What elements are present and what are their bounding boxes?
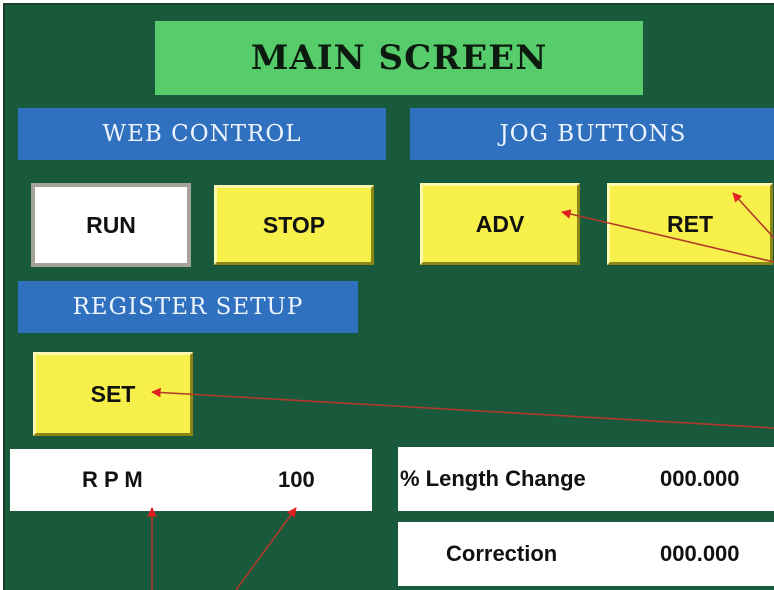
length-change-readout: % Length Change 000.000	[398, 447, 774, 511]
rpm-readout: R P M 100	[10, 449, 372, 511]
stop-button[interactable]: STOP	[214, 185, 374, 265]
correction-label: Correction	[446, 541, 558, 566]
correction-value: 000.000	[660, 541, 740, 566]
length-change-label: % Length Change	[400, 466, 586, 491]
adv-button[interactable]: ADV	[420, 183, 580, 265]
correction-readout: Correction 000.000	[398, 522, 774, 586]
length-change-value: 000.000	[660, 466, 740, 491]
page-title: MAIN SCREEN	[155, 21, 643, 95]
hmi-panel: MAIN SCREEN WEB CONTROL JOG BUTTONS RUN …	[3, 3, 774, 590]
jog-buttons-header: JOG BUTTONS	[410, 108, 774, 160]
ret-button[interactable]: RET	[607, 183, 773, 265]
rpm-value: 100	[278, 467, 315, 492]
run-button[interactable]: RUN	[31, 183, 191, 267]
set-button[interactable]: SET	[33, 352, 193, 436]
web-control-header: WEB CONTROL	[18, 108, 386, 160]
register-setup-header: REGISTER SETUP	[18, 281, 358, 333]
rpm-label: R P M	[82, 467, 143, 492]
